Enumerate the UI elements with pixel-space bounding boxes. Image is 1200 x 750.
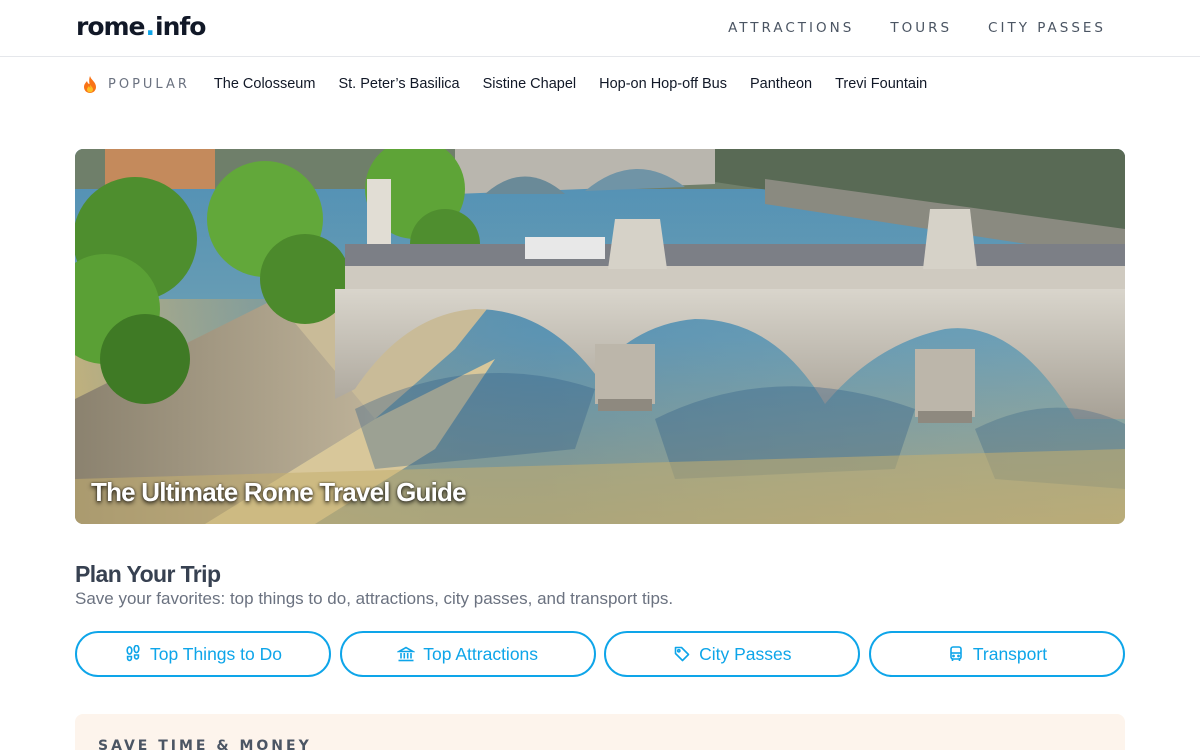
plan-title: Plan Your Trip xyxy=(75,561,221,587)
hero-banner[interactable]: The Ultimate Rome Travel Guide xyxy=(75,149,1125,524)
flame-icon xyxy=(82,75,98,93)
site-logo[interactable]: rome. info xyxy=(76,12,206,41)
hero-title: The Ultimate Rome Travel Guide xyxy=(91,477,467,507)
popular-link-trevi-fountain[interactable]: Trevi Fountain xyxy=(835,76,927,92)
top-attractions-button[interactable]: Top Attractions xyxy=(339,631,596,677)
tag-icon xyxy=(673,645,691,663)
popular-link-pantheon[interactable]: Pantheon xyxy=(750,76,812,92)
main-nav: ATTRACTIONS TOURS CITY PASSES xyxy=(692,0,1106,56)
popular-link-sistine-chapel[interactable]: Sistine Chapel xyxy=(483,76,577,92)
transport-button[interactable]: Transport xyxy=(868,631,1125,677)
nav-attractions[interactable]: ATTRACTIONS xyxy=(728,20,854,36)
popular-label: POPULAR xyxy=(108,76,190,92)
top-things-label: Top Things to Do xyxy=(150,643,282,664)
save-time-section: SAVE TIME & MONEY xyxy=(75,714,1125,750)
footprints-icon xyxy=(124,645,142,663)
popular-link-colosseum[interactable]: The Colosseum xyxy=(214,76,316,92)
popular-link-hop-on-bus[interactable]: Hop-on Hop-off Bus xyxy=(599,76,727,92)
plan-buttons: Top Things to Do Top Attractions City Pa… xyxy=(75,631,1125,677)
site-header: rome. info ATTRACTIONS TOURS CITY PASSES xyxy=(0,0,1200,57)
transport-label: Transport xyxy=(972,643,1048,664)
landmark-icon xyxy=(397,645,416,663)
logo-text-info: info xyxy=(155,12,206,41)
city-passes-label: City Passes xyxy=(699,643,792,664)
plan-subtitle: Save your favorites: top things to do, a… xyxy=(75,589,674,608)
bus-icon xyxy=(947,645,965,663)
nav-tours[interactable]: TOURS xyxy=(890,20,952,36)
popular-bar: POPULAR The Colosseum St. Peter’s Basili… xyxy=(82,73,950,95)
top-things-button[interactable]: Top Things to Do xyxy=(75,631,331,677)
hero-image xyxy=(75,149,1125,524)
top-attractions-label: Top Attractions xyxy=(423,643,539,664)
popular-link-st-peters[interactable]: St. Peter’s Basilica xyxy=(338,76,459,92)
nav-city-passes[interactable]: CITY PASSES xyxy=(988,20,1106,36)
logo-text-rome: rome xyxy=(76,12,146,41)
city-passes-button[interactable]: City Passes xyxy=(604,631,861,677)
logo-dot: . xyxy=(145,12,155,41)
save-time-label: SAVE TIME & MONEY xyxy=(98,738,312,750)
